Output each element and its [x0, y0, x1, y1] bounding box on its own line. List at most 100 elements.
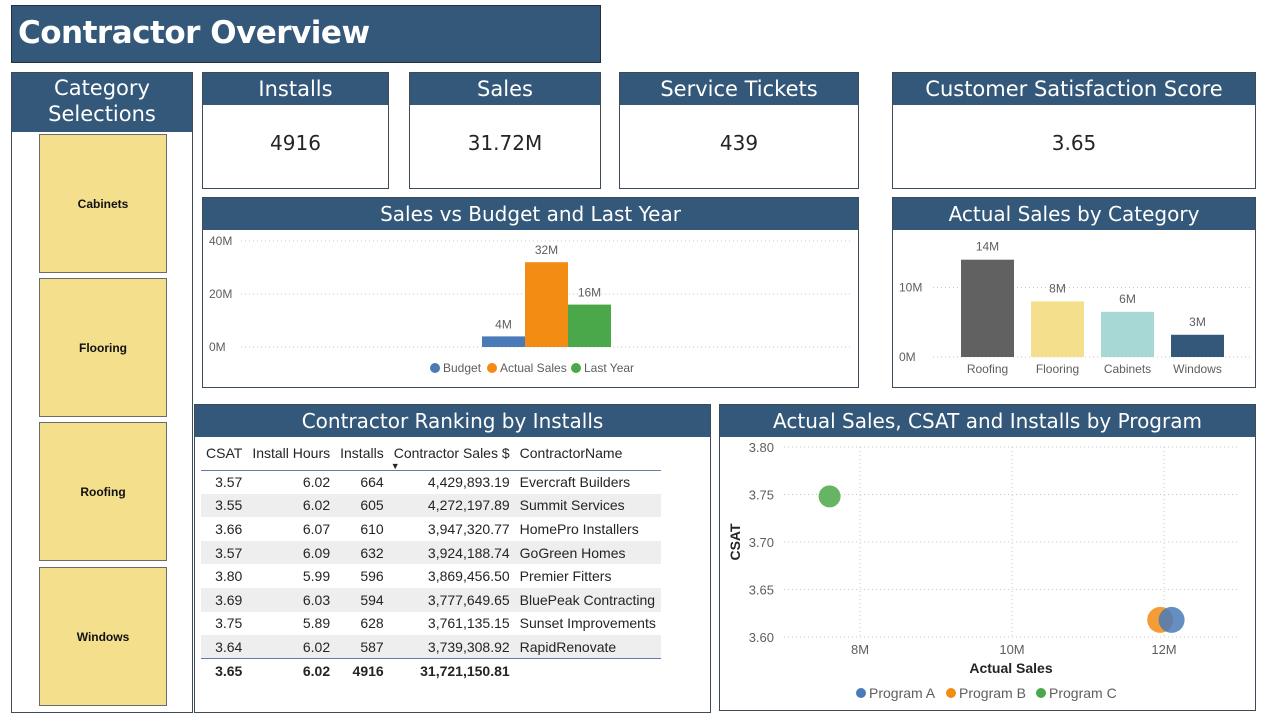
table-cell: 3,947,320.77 [427, 520, 510, 537]
table-cell: 3,924,188.74 [388, 540, 515, 565]
legend-label: Budget [443, 361, 482, 375]
table-cell: 3.55 [201, 493, 248, 518]
chart-title: Actual Sales by Category [893, 198, 1255, 230]
slicer-item-flooring[interactable]: Flooring [39, 278, 167, 417]
table-cell: 3.66 [215, 520, 243, 537]
legend-label: Program C [1049, 685, 1117, 701]
table-cell: 4916 [335, 658, 389, 683]
table-cell: 605 [335, 493, 389, 518]
data-label: 3M [1189, 315, 1206, 329]
slicer-title-line1: Category [54, 76, 150, 100]
table-cell: 6.03 [247, 587, 336, 612]
table-cell: 3,869,456.50 [427, 568, 510, 585]
table-cell: 5.99 [302, 568, 331, 585]
table-cell: 664 [360, 474, 384, 491]
kpi-card-installs: Installs 4916 [202, 72, 389, 189]
table-cell: 6.07 [302, 520, 331, 537]
y-tick-label: 20M [209, 287, 232, 301]
table-cell: 594 [335, 587, 389, 612]
table-row[interactable]: 3.66 6.07 610 3,947,320.77 HomePro Installer… [201, 517, 661, 541]
sales-vs-budget-plot: 0M 20M 40M 4M 32M 16M Budget Actual Sales Last Y… [209, 234, 853, 375]
ranking-table: CSAT Install Hours Installs Contractor S… [201, 437, 661, 683]
kpi-title: Customer Satisfaction Score [893, 73, 1255, 105]
data-label: 6M [1119, 292, 1136, 306]
table-cell: 4,429,893.19 [427, 474, 510, 491]
table-cell: 3,761,135.15 [427, 615, 510, 632]
slicer-item-label: Cabinets [77, 196, 129, 211]
slicer-item-windows[interactable]: Windows [39, 567, 167, 706]
column-header-install-hours[interactable]: Install Hours [247, 437, 335, 470]
x-tick-label: 12M [1151, 642, 1176, 657]
table-cell: Evercraft Builders [519, 474, 631, 491]
sales-by-category-plot: 0M 10M 14M Roofing 8M Flooring 6M Cabinets 3M Win… [899, 240, 1251, 376]
kpi-value: 439 [719, 131, 759, 155]
table-row[interactable]: 3.69 6.03 594 3,777,649.65 BluePeak Contract… [201, 587, 661, 612]
table-row[interactable]: 3.57 6.09 632 3,924,188.74 GoGreen Homes [201, 540, 661, 565]
table-cell: 3.80 [215, 568, 243, 585]
data-label: 16M [578, 286, 601, 300]
legend-label: Program B [959, 685, 1026, 701]
y-tick-label: 10M [899, 281, 922, 295]
y-axis-title: CSAT [727, 523, 743, 561]
column-header-csat[interactable]: CSAT [201, 437, 247, 470]
slicer-item-label: Flooring [79, 340, 127, 355]
x-tick-label: Roofing [967, 362, 1008, 376]
table-row[interactable]: 3.64 6.02 587 3,739,308.92 RapidRenovate [201, 635, 661, 659]
legend-marker [946, 688, 956, 698]
slicer-header: Category Selections [12, 73, 192, 132]
table-cell: 596 [360, 568, 384, 585]
table-row[interactable]: 3.75 5.89 628 3,761,135.15 Sunset Improvemen… [201, 612, 661, 636]
bar-last-year [568, 304, 611, 347]
table-cell: 6.02 [247, 635, 336, 659]
slicer-title-line2: Selections [48, 102, 156, 126]
table-cell: 31,721,150.81 [388, 658, 515, 683]
table-cell: 3.57 [215, 474, 243, 491]
table-cell: BluePeak Contracting [514, 587, 661, 612]
sort-desc-icon: ▼ [390, 460, 400, 471]
slicer-item-roofing[interactable]: Roofing [39, 422, 167, 561]
column-header-contractor-sales[interactable]: Contractor Sales $ ▼ [389, 437, 515, 470]
table-cell: 587 [335, 635, 389, 659]
y-tick-label: 40M [209, 234, 232, 248]
table-row[interactable]: 3.55 6.02 605 4,272,197.89 Summit Services [201, 493, 661, 518]
table-cell: 6.02 [247, 493, 336, 518]
table-cell: 5.89 [302, 615, 331, 632]
slicer-item-label: Roofing [80, 484, 126, 499]
table-cell: 3.64 [201, 635, 248, 659]
legend-label: Last Year [584, 361, 634, 375]
legend-label: Program A [869, 685, 936, 701]
y-tick-label: 3.70 [749, 535, 774, 550]
slicer-item-cabinets[interactable]: Cabinets [39, 134, 167, 273]
column-header-contractor-name[interactable]: ContractorName [515, 437, 661, 470]
bar-roofing [961, 259, 1014, 357]
table-row[interactable]: 3.57 6.02 664 4,429,893.19 Evercraft Builder… [201, 470, 661, 494]
data-label: 4M [495, 317, 512, 331]
table-cell: 632 [335, 540, 389, 565]
table-cell: 6.02 [302, 474, 331, 491]
kpi-title: Installs [203, 73, 388, 105]
kpi-title: Sales [410, 73, 600, 105]
x-tick-label: 10M [999, 642, 1024, 657]
kpi-value: 4916 [270, 131, 321, 155]
program-scatter-plot: 3.60 3.65 3.70 3.75 3.80 8M 10M 12M Actual Sales… [727, 440, 1240, 701]
point-program-a [1158, 606, 1185, 633]
table-cell: HomePro Installers [519, 520, 639, 537]
data-label: 8M [1049, 281, 1066, 295]
table-total-row[interactable]: 3.65 6.02 4916 31,721,150.81 [201, 658, 661, 683]
slicer-item-label: Windows [76, 629, 130, 644]
table-cell: 3,777,649.65 [388, 587, 515, 612]
column-header-installs[interactable]: Installs [335, 437, 389, 470]
x-axis-title: Actual Sales [969, 660, 1052, 676]
kpi-card-sales: Sales 31.72M [409, 72, 601, 189]
table-cell: 610 [360, 520, 384, 537]
bar-windows [1171, 334, 1224, 357]
sales-vs-budget-chart: Sales vs Budget and Last Year 0M 20M 40M 4M… [202, 197, 859, 388]
kpi-value: 31.72M [467, 131, 543, 155]
program-scatter-chart: Actual Sales, CSAT and Installs by Progr… [719, 404, 1256, 711]
table-cell: 3.65 [201, 658, 248, 683]
table-cell [514, 658, 661, 683]
bar-flooring [1031, 301, 1084, 357]
table-cell: Premier Fitters [519, 568, 612, 585]
data-label: 14M [976, 240, 999, 254]
table-row[interactable]: 3.80 5.99 596 3,869,456.50 Premier Fitters [201, 564, 661, 588]
